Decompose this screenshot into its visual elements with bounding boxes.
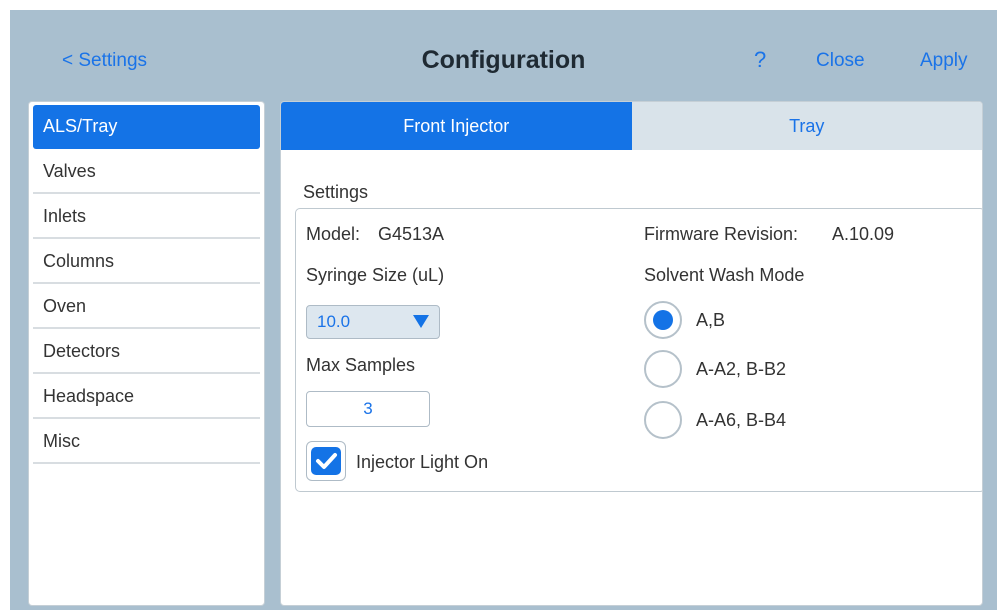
syringe-size-dropdown[interactable]: 10.0 [306, 305, 440, 339]
sidebar-item-valves[interactable]: Valves [33, 150, 260, 194]
sidebar-item-inlets[interactable]: Inlets [33, 195, 260, 239]
firmware-value: A.10.09 [832, 224, 895, 244]
sidebar-item-label: ALS/Tray [43, 115, 118, 136]
dropdown-arrow-icon [413, 315, 429, 328]
sidebar: ALS/Tray Valves Inlets Columns Oven Dete… [28, 101, 265, 606]
sidebar-item-oven[interactable]: Oven [33, 285, 260, 329]
syringe-size-value: 10.0 [317, 312, 351, 331]
syringe-size-label: Syringe Size (uL) [306, 265, 445, 285]
wash-mode-radio-a6b4[interactable] [644, 401, 682, 439]
sidebar-item-label: Headspace [43, 385, 135, 406]
tab-tray[interactable]: Tray [631, 102, 982, 150]
main-panel: Front Injector Tray Settings Model: G451… [280, 101, 983, 606]
sidebar-item-detectors[interactable]: Detectors [33, 330, 260, 374]
sidebar-item-label: Inlets [43, 205, 87, 226]
model-value: G4513A [378, 224, 445, 244]
sidebar-item-label: Misc [43, 430, 80, 451]
sidebar-item-misc[interactable]: Misc [33, 420, 260, 464]
apply-button[interactable]: Apply [920, 50, 968, 72]
wash-mode-label-a2b2: A-A2, B-B2 [696, 359, 787, 379]
tab-bar: Front Injector Tray [281, 102, 982, 150]
sidebar-item-label: Detectors [43, 340, 121, 361]
sidebar-item-als-tray[interactable]: ALS/Tray [33, 105, 260, 149]
model-label: Model: [306, 224, 361, 244]
help-button[interactable]: ? [754, 47, 766, 73]
wash-mode-label-a6b4: A-A6, B-B4 [696, 410, 787, 430]
wash-mode-label-ab: A,B [696, 310, 726, 330]
injector-light-label: Injector Light On [356, 452, 489, 472]
wash-mode-radio-ab[interactable] [644, 301, 682, 339]
tab-front-injector[interactable]: Front Injector [281, 102, 632, 150]
sidebar-item-label: Columns [43, 250, 115, 271]
sidebar-item-label: Oven [43, 295, 87, 316]
injector-light-checkbox[interactable] [306, 441, 346, 481]
solvent-wash-mode-label: Solvent Wash Mode [644, 265, 805, 285]
configuration-window: < Settings Configuration ? Close Apply A… [10, 10, 997, 610]
header-bar: < Settings Configuration ? Close Apply [10, 10, 997, 100]
sidebar-item-columns[interactable]: Columns [33, 240, 260, 284]
firmware-label: Firmware Revision: [644, 224, 799, 244]
max-samples-field[interactable]: 3 [306, 391, 430, 427]
check-icon [311, 447, 341, 475]
sidebar-item-label: Valves [43, 160, 96, 181]
sidebar-item-headspace[interactable]: Headspace [33, 375, 260, 419]
settings-group: Model: G4513A Firmware Revision: A.10.09… [295, 208, 982, 492]
close-button[interactable]: Close [816, 50, 865, 72]
wash-mode-radio-a2b2[interactable] [644, 350, 682, 388]
max-samples-label: Max Samples [306, 355, 416, 375]
settings-section-label: Settings [303, 182, 369, 202]
